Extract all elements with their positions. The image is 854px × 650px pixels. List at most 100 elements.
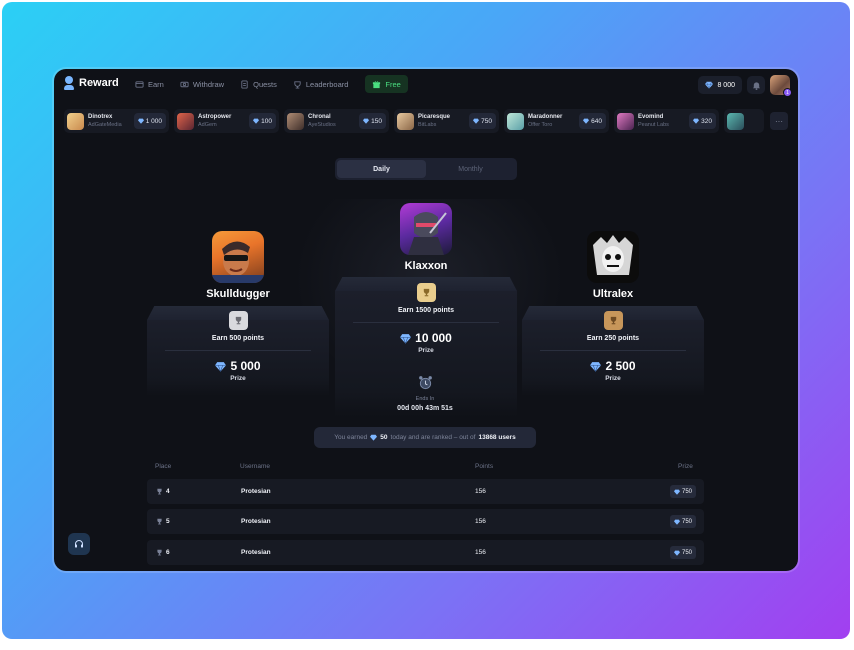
third-place-podium: Earn 250 points 2 500 Prize bbox=[522, 306, 704, 396]
offer-card[interactable]: Dinotrex AdGateMedia 1 000 bbox=[64, 109, 169, 133]
offer-thumbnail bbox=[177, 112, 194, 130]
second-place-prize-value: 5 000 bbox=[230, 359, 261, 373]
summary-middle: today and are ranked – out of bbox=[390, 434, 476, 441]
gem-icon bbox=[705, 81, 714, 89]
row-prize-value: 750 bbox=[681, 518, 692, 525]
offer-card[interactable]: Evomind Peanut Labs 320 bbox=[614, 109, 719, 133]
klaxxon-art bbox=[408, 212, 447, 255]
main-nav: Earn Withdraw Quests Leaderboard Free bbox=[132, 75, 408, 93]
ultralex-art bbox=[593, 235, 633, 275]
column-place: Place bbox=[155, 463, 172, 470]
alarm-clock-icon bbox=[419, 376, 432, 390]
gem-icon bbox=[590, 361, 602, 372]
summary-amount: 50 bbox=[380, 434, 388, 441]
column-prize: Prize bbox=[678, 463, 693, 470]
avatar-badge: 1 bbox=[783, 88, 792, 97]
headset-icon bbox=[75, 540, 83, 548]
nav-leaderboard-label: Leaderboard bbox=[305, 79, 349, 89]
period-toggle: Daily Monthly bbox=[335, 158, 517, 180]
silver-trophy-icon bbox=[229, 311, 248, 330]
offer-company: AdGem bbox=[198, 122, 217, 128]
tab-daily[interactable]: Daily bbox=[337, 160, 426, 178]
first-place-prize-value: 10 000 bbox=[415, 331, 452, 345]
offer-name: Picaresque bbox=[418, 114, 451, 120]
offer-name: Astropower bbox=[198, 114, 232, 120]
nav-quests[interactable]: Quests bbox=[237, 75, 280, 93]
skulldugger-art bbox=[212, 241, 264, 283]
user-logo-icon bbox=[64, 76, 74, 90]
nav-free[interactable]: Free bbox=[365, 75, 408, 93]
offer-points-value: 1 000 bbox=[145, 117, 162, 125]
gem-icon bbox=[137, 118, 144, 124]
header-right: 8 000 1 bbox=[698, 75, 792, 97]
offer-thumbnail bbox=[507, 112, 524, 130]
ends-in-label: Ends In bbox=[415, 396, 435, 402]
table-row[interactable]: 4 Protesian 156 750 bbox=[147, 479, 704, 504]
third-place-prize: 2 500 bbox=[522, 359, 704, 373]
third-place-game-image bbox=[587, 231, 639, 283]
gift-icon bbox=[373, 80, 381, 88]
row-points: 156 bbox=[475, 518, 486, 525]
gem-icon bbox=[370, 434, 378, 441]
balance-chip[interactable]: 8 000 bbox=[698, 76, 742, 94]
gem-icon bbox=[583, 118, 590, 124]
row-points: 156 bbox=[475, 549, 486, 556]
gem-icon bbox=[215, 361, 227, 372]
summary-total: 13868 users bbox=[478, 434, 516, 441]
nav-earn-label: Earn bbox=[148, 79, 164, 89]
offer-points-value: 100 bbox=[261, 117, 272, 125]
more-offers-button[interactable]: ··· bbox=[770, 112, 788, 130]
nav-withdraw[interactable]: Withdraw bbox=[177, 75, 227, 93]
offer-thumbnail bbox=[727, 112, 744, 130]
row-points: 156 bbox=[475, 488, 486, 495]
offers-strip: Dinotrex AdGateMedia 1 000 Astropower AdGe… bbox=[64, 109, 790, 133]
offer-thumbnail bbox=[397, 112, 414, 130]
nav-earn[interactable]: Earn bbox=[132, 75, 167, 93]
table-row[interactable]: 6 Protesian 156 750 bbox=[147, 540, 704, 565]
table-row[interactable]: 5 Protesian 156 750 bbox=[147, 509, 704, 534]
support-button[interactable] bbox=[68, 533, 90, 555]
tab-monthly[interactable]: Monthly bbox=[426, 160, 515, 178]
offer-points: 750 bbox=[469, 113, 496, 129]
row-place: 5 bbox=[156, 518, 170, 525]
offer-card[interactable] bbox=[724, 109, 764, 133]
first-place-earn: Earn 1500 points bbox=[397, 307, 455, 314]
nav-quests-label: Quests bbox=[253, 79, 277, 89]
row-place: 6 bbox=[156, 549, 170, 556]
offer-points-value: 320 bbox=[701, 117, 712, 125]
offer-name: Maradonner bbox=[528, 114, 563, 120]
column-username: Username bbox=[240, 463, 270, 470]
nav-withdraw-label: Withdraw bbox=[192, 79, 225, 89]
row-prize: 750 bbox=[669, 485, 696, 498]
offer-card[interactable]: Astropower AdGem 100 bbox=[174, 109, 279, 133]
row-username: Protesian bbox=[241, 518, 271, 525]
nav-leaderboard[interactable]: Leaderboard bbox=[290, 75, 352, 93]
nav-free-label: Free bbox=[385, 79, 401, 89]
gem-icon bbox=[693, 118, 700, 124]
app-title: Reward bbox=[79, 77, 119, 89]
gold-trophy-icon bbox=[417, 283, 436, 302]
top-header: Reward Earn Withdraw Quests Leaderboard … bbox=[54, 69, 798, 101]
row-prize: 750 bbox=[669, 546, 696, 559]
offer-points: 320 bbox=[689, 113, 716, 129]
gem-icon bbox=[473, 118, 480, 124]
row-place-value: 5 bbox=[166, 518, 170, 525]
offer-card[interactable]: Picaresque BitLabs 750 bbox=[394, 109, 499, 133]
summary-prefix: You earned bbox=[334, 434, 368, 441]
offer-name: Dinotrex bbox=[88, 114, 113, 120]
first-place-name: Klaxxon bbox=[404, 260, 448, 272]
gem-icon bbox=[363, 118, 370, 124]
offer-card[interactable]: Maradonner Offer Toro 640 bbox=[504, 109, 609, 133]
offer-company: BitLabs bbox=[418, 122, 437, 128]
second-place-prize: 5 000 bbox=[147, 359, 329, 373]
third-place-name: Ultralex bbox=[592, 288, 634, 300]
logo[interactable]: Reward bbox=[64, 76, 119, 90]
offer-points: 1 000 bbox=[133, 113, 166, 129]
avatar[interactable]: 1 bbox=[770, 75, 792, 97]
gem-icon bbox=[673, 550, 680, 556]
offer-points: 150 bbox=[359, 113, 386, 129]
offer-thumbnail bbox=[67, 112, 84, 130]
notifications-button[interactable] bbox=[747, 76, 765, 94]
offer-card[interactable]: Chronal AyeStudios 150 bbox=[284, 109, 389, 133]
offer-company: Peanut Labs bbox=[638, 122, 669, 128]
